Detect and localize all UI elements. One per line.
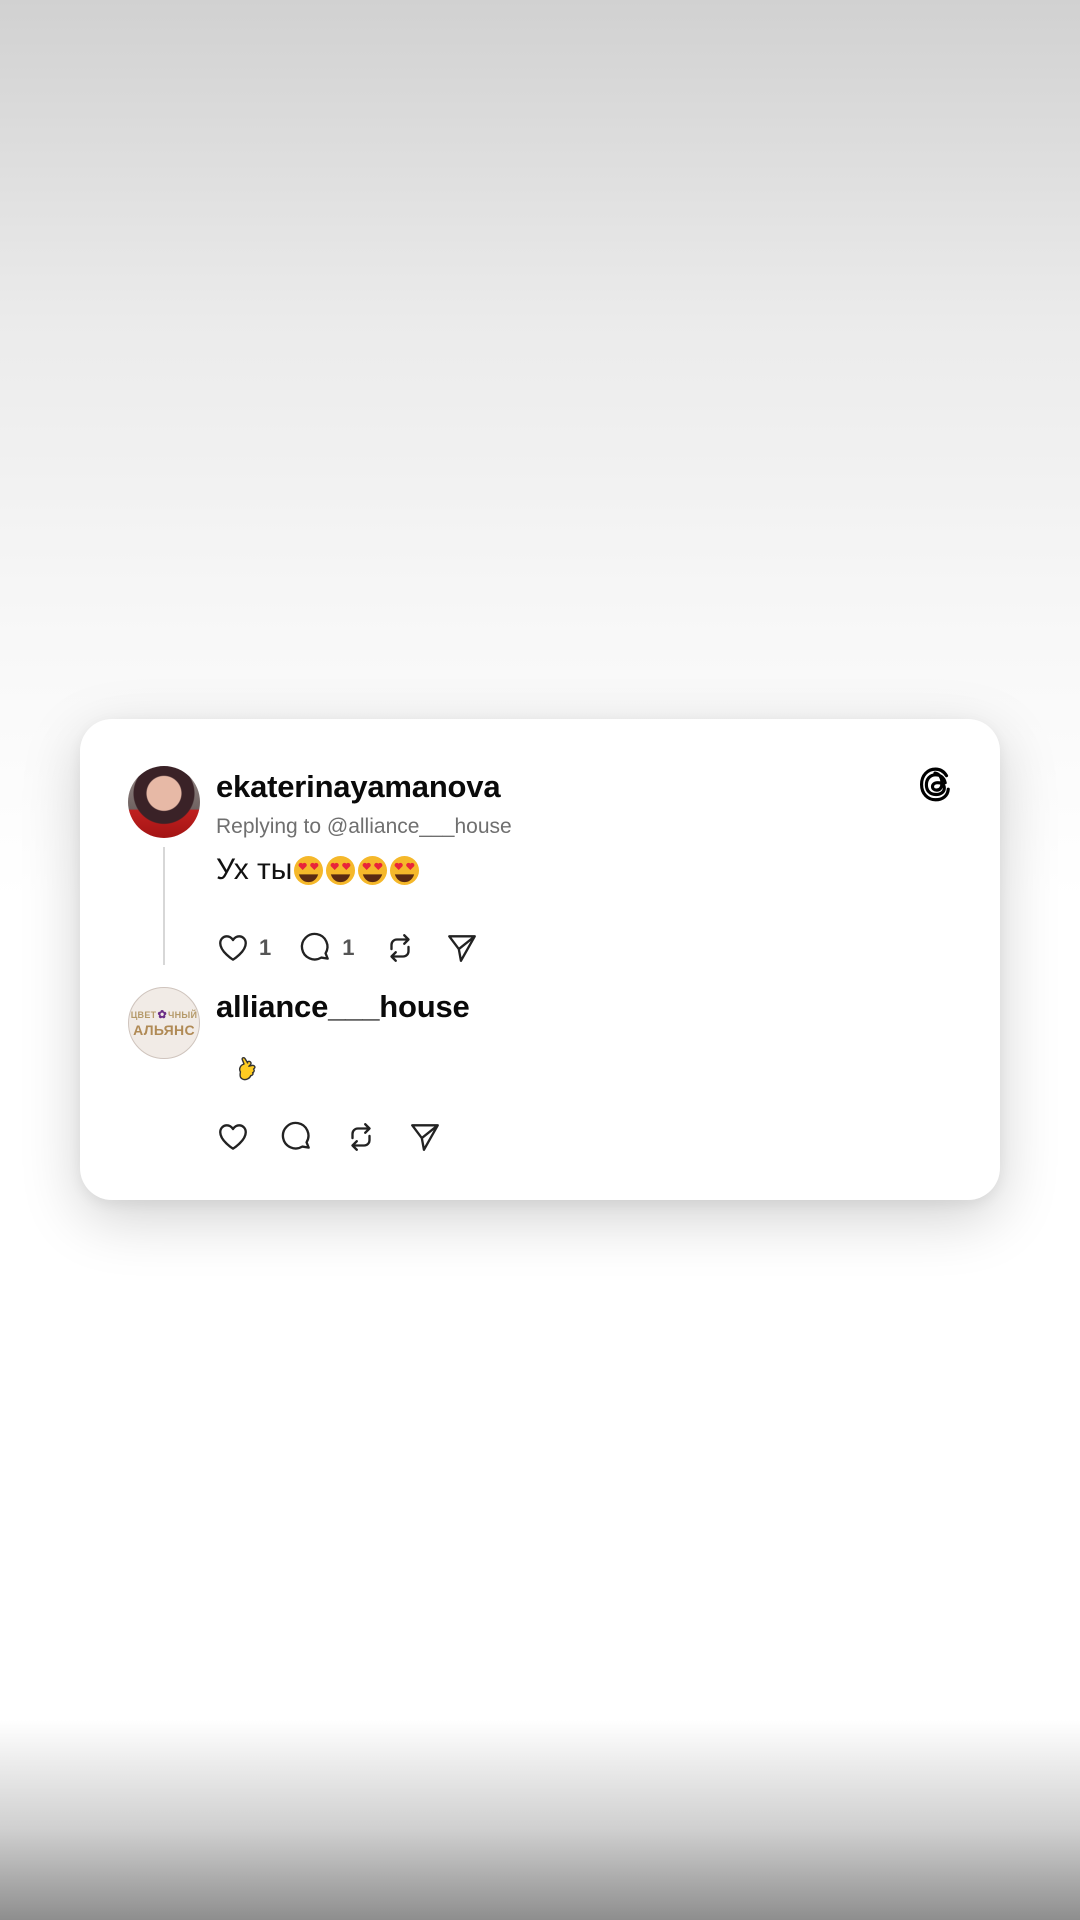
alliance-house-avatar[interactable]: ЦВЕТ ✿ ЧНЫЙ АЛЬЯНС xyxy=(128,987,200,1059)
threads-logo-icon[interactable] xyxy=(915,763,957,805)
heart-eyes-emoji-icon xyxy=(326,855,356,885)
heart-eyes-emoji-icon xyxy=(358,855,388,885)
avatar-logo-top: ЦВЕТ ✿ ЧНЫЙ xyxy=(131,1008,198,1021)
reply-text-content: Ух ты xyxy=(216,853,293,886)
reply-actions: 1 1 xyxy=(216,931,507,965)
send-icon xyxy=(447,935,476,962)
ekaterinayamanova-avatar[interactable] xyxy=(128,766,200,838)
comment-icon xyxy=(281,1121,310,1150)
avatar-logo-word2: ЧНЫЙ xyxy=(168,1009,198,1020)
comment-icon xyxy=(301,932,330,961)
repost-icon xyxy=(389,934,410,962)
comment-button[interactable]: 1 xyxy=(299,931,355,965)
heart-icon xyxy=(219,935,247,961)
comment-actions xyxy=(216,1120,472,1154)
avatar-logo-main: АЛЬЯНС xyxy=(133,1022,195,1038)
repost-icon xyxy=(351,1123,371,1151)
send-icon xyxy=(411,1124,439,1151)
repost-button[interactable] xyxy=(383,931,417,965)
share-button[interactable] xyxy=(445,931,479,965)
repost-button[interactable] xyxy=(344,1120,378,1154)
heart-eyes-emoji-group xyxy=(293,855,420,886)
hand-with-index-finger-and-thumb-crossed-emoji-icon xyxy=(238,1057,256,1081)
reply-username[interactable]: ekaterinayamanova xyxy=(216,769,501,805)
reply-text: Ух ты xyxy=(216,853,420,887)
like-button[interactable]: 1 xyxy=(216,931,271,965)
like-count: 1 xyxy=(259,935,272,960)
avatar-logo-word1: ЦВЕТ xyxy=(130,1009,157,1020)
comment-username[interactable]: alliance___house xyxy=(216,989,470,1025)
threads-post-card: ekaterinayamanova Replying to @alliance_… xyxy=(80,719,1000,1200)
replying-to-label: Replying to @alliance___house xyxy=(216,815,512,838)
flower-icon: ✿ xyxy=(157,1009,167,1021)
like-button[interactable] xyxy=(216,1120,250,1154)
thread-connector-line xyxy=(163,847,165,965)
heart-icon xyxy=(219,1124,247,1150)
share-button[interactable] xyxy=(408,1120,442,1154)
comment-button[interactable] xyxy=(280,1120,314,1154)
comment-count: 1 xyxy=(342,935,355,960)
heart-eyes-emoji-icon xyxy=(294,855,324,885)
heart-eyes-emoji-icon xyxy=(390,855,420,885)
